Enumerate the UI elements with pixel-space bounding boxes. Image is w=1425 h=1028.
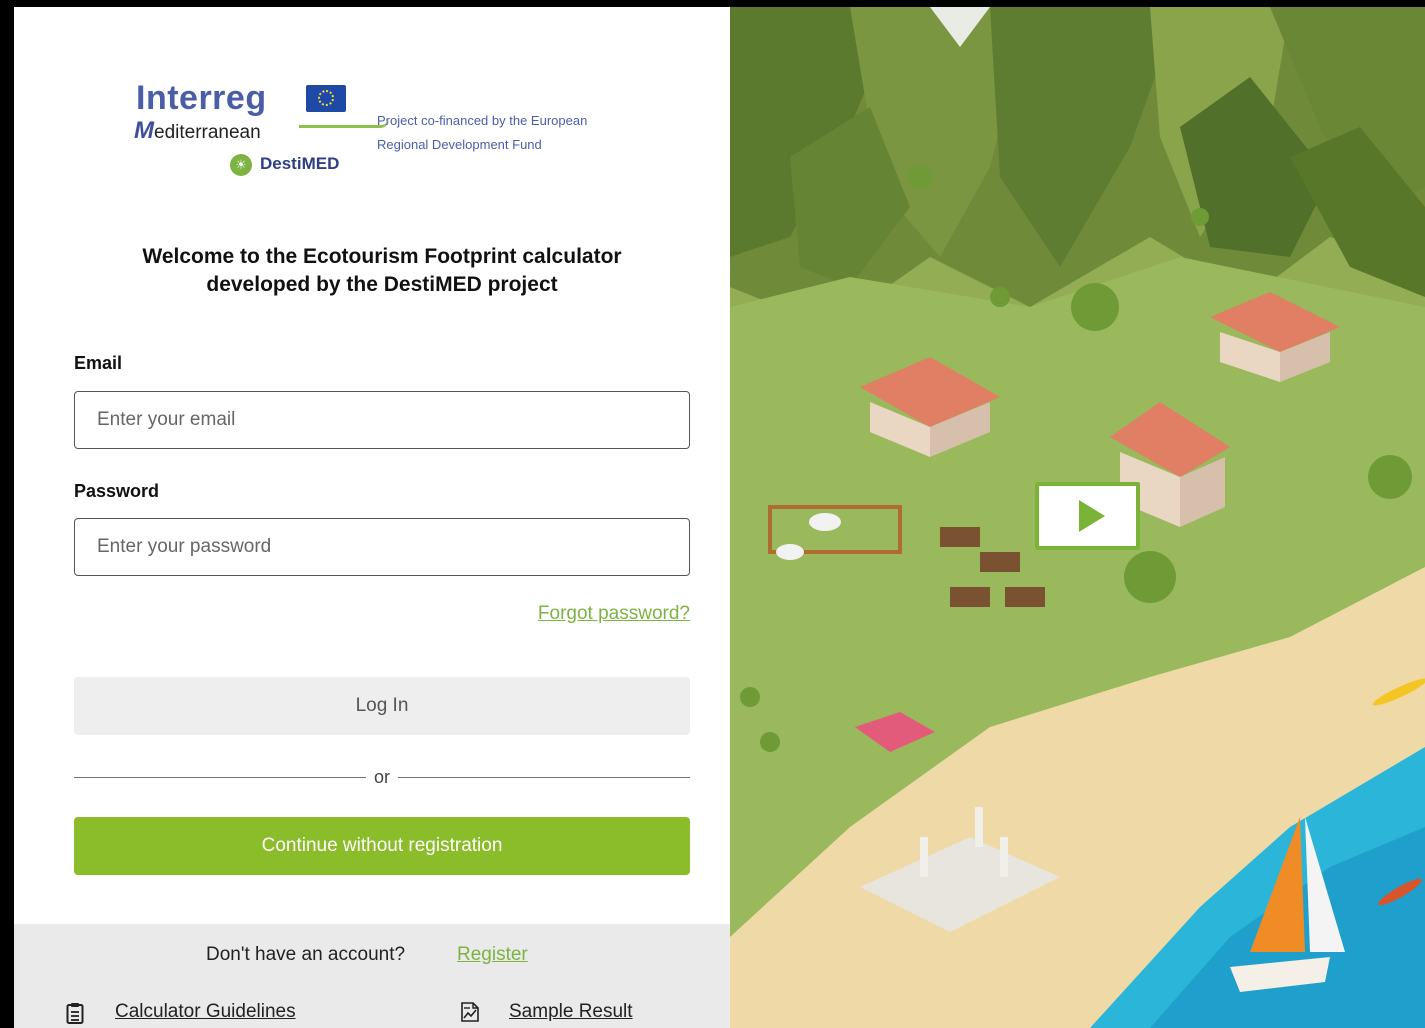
cofinanced-text: Project co-financed by the European Regi…	[377, 113, 588, 152]
footer-bar: Don't have an account? Register Calculat…	[14, 924, 730, 1028]
password-input[interactable]	[74, 518, 690, 576]
eu-flag-icon	[306, 85, 346, 112]
play-icon	[1079, 500, 1105, 532]
email-label: Email	[74, 353, 123, 373]
password-label: Password	[74, 481, 160, 501]
mediterranean-logo-text: Mediterranean	[134, 117, 261, 144]
login-button[interactable]: Log In	[74, 677, 690, 735]
continue-without-registration-button[interactable]: Continue without registration	[74, 817, 690, 875]
interreg-logo-text: Interreg	[136, 79, 267, 117]
play-video-button[interactable]	[1035, 482, 1140, 550]
calculator-guidelines-link[interactable]: Calculator Guidelines	[115, 1001, 296, 1023]
sample-result-link[interactable]: Sample Result	[509, 1001, 633, 1023]
welcome-heading: Welcome to the Ecotourism Footprint calc…	[142, 245, 622, 296]
register-link[interactable]: Register	[457, 944, 528, 966]
destimed-logo-icon: ☀	[230, 154, 252, 176]
or-divider: or	[74, 767, 690, 787]
swoosh-decoration	[299, 119, 389, 128]
window-frame: Interreg Mediterranean ☀ DestiMED Projec…	[0, 0, 1425, 1028]
email-input[interactable]	[74, 391, 690, 449]
hero-illustration	[730, 7, 1425, 1028]
no-account-text: Don't have an account?	[206, 944, 406, 965]
forgot-password-link[interactable]: Forgot password?	[538, 603, 690, 625]
logo-block: Interreg Mediterranean ☀ DestiMED Projec…	[134, 79, 654, 189]
clipboard-icon	[66, 1003, 84, 1024]
login-panel: Interreg Mediterranean ☀ DestiMED Projec…	[14, 7, 730, 1028]
destimed-logo-text: DestiMED	[260, 154, 340, 173]
document-chart-icon	[461, 1002, 479, 1022]
